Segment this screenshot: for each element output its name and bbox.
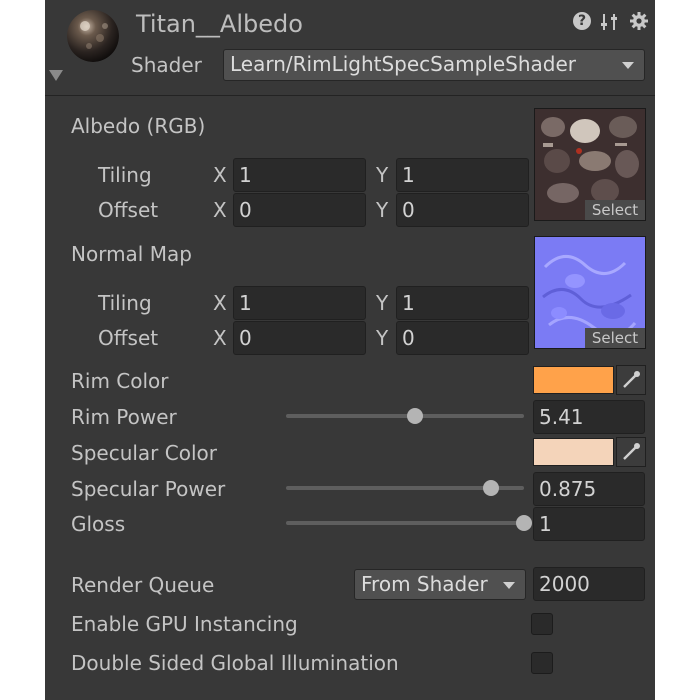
rim-color-eyedropper[interactable] — [616, 365, 646, 395]
double-sided-gi-label: Double Sided Global Illumination — [71, 651, 399, 675]
normal-offset-x-label: X — [213, 326, 227, 350]
render-queue-label: Render Queue — [71, 573, 215, 597]
albedo-tiling-y-input[interactable]: 1 — [396, 158, 529, 192]
normal-tiling-x-label: X — [213, 291, 227, 315]
albedo-tiling-x-input[interactable]: 1 — [233, 158, 366, 192]
albedo-offset-x-input[interactable]: 0 — [233, 193, 366, 227]
gloss-slider-track[interactable] — [286, 521, 524, 525]
foldout-triangle-icon[interactable] — [49, 70, 63, 81]
material-inspector: Titan__Albedo ? Shader Learn/RimLightSpe… — [45, 0, 655, 700]
header-divider — [45, 95, 655, 96]
rim-color-swatch[interactable] — [533, 366, 614, 394]
albedo-offset-y-input[interactable]: 0 — [396, 193, 529, 227]
double-sided-gi-checkbox[interactable] — [531, 652, 553, 674]
normal-map-texture-slot[interactable]: Select — [534, 236, 646, 349]
albedo-tiling-y-label: Y — [376, 163, 389, 187]
albedo-offset-y-label: Y — [376, 198, 389, 222]
gpu-instancing-label: Enable GPU Instancing — [71, 612, 298, 636]
gloss-slider-thumb[interactable] — [516, 515, 532, 531]
normal-offset-y-input[interactable]: 0 — [396, 321, 529, 355]
help-icon[interactable]: ? — [573, 12, 591, 30]
albedo-offset-x-label: X — [213, 198, 227, 222]
gloss-label: Gloss — [71, 512, 126, 536]
render-queue-input[interactable]: 2000 — [533, 567, 645, 601]
normal-tiling-label: Tiling — [98, 291, 152, 315]
specular-color-eyedropper[interactable] — [616, 437, 646, 467]
eyedropper-icon — [623, 371, 640, 388]
normal-tiling-y-input[interactable]: 1 — [396, 286, 529, 320]
material-preview-sphere — [67, 10, 119, 62]
albedo-label: Albedo (RGB) — [71, 114, 206, 138]
albedo-texture-slot[interactable]: Select — [534, 108, 646, 221]
specular-power-slider-thumb[interactable] — [482, 480, 499, 496]
gpu-instancing-checkbox[interactable] — [531, 613, 553, 635]
specular-power-label: Specular Power — [71, 477, 226, 501]
rim-power-slider-track[interactable] — [286, 414, 524, 418]
normal-map-label: Normal Map — [71, 242, 192, 266]
normal-tiling-x-input[interactable]: 1 — [233, 286, 366, 320]
rim-color-label: Rim Color — [71, 369, 169, 393]
gloss-input[interactable]: 1 — [533, 507, 645, 541]
rim-power-input[interactable]: 5.41 — [533, 400, 645, 434]
normal-offset-y-label: Y — [376, 326, 389, 350]
eyedropper-icon — [623, 443, 640, 460]
albedo-tiling-label: Tiling — [98, 163, 152, 187]
rim-power-label: Rim Power — [71, 405, 177, 429]
normal-map-select-button[interactable]: Select — [585, 328, 645, 348]
albedo-tiling-x-label: X — [213, 163, 227, 187]
preset-icon[interactable] — [600, 12, 620, 32]
gear-icon[interactable] — [629, 11, 649, 31]
rim-power-slider-thumb[interactable] — [406, 408, 423, 424]
shader-label: Shader — [131, 53, 202, 77]
shader-value: Learn/RimLightSpecSampleShader — [230, 52, 577, 76]
chevron-down-icon — [622, 62, 634, 69]
specular-power-input[interactable]: 0.875 — [533, 472, 645, 506]
albedo-offset-label: Offset — [98, 198, 159, 222]
normal-tiling-y-label: Y — [376, 291, 389, 315]
specular-color-swatch[interactable] — [533, 438, 614, 466]
normal-offset-x-input[interactable]: 0 — [233, 321, 366, 355]
render-queue-mode: From Shader — [361, 572, 488, 596]
chevron-down-icon — [503, 582, 515, 589]
shader-dropdown[interactable]: Learn/RimLightSpecSampleShader — [223, 49, 645, 81]
render-queue-dropdown[interactable]: From Shader — [354, 569, 526, 600]
albedo-select-button[interactable]: Select — [585, 200, 645, 220]
material-name: Titan__Albedo — [136, 10, 303, 38]
normal-offset-label: Offset — [98, 326, 159, 350]
specular-color-label: Specular Color — [71, 441, 217, 465]
